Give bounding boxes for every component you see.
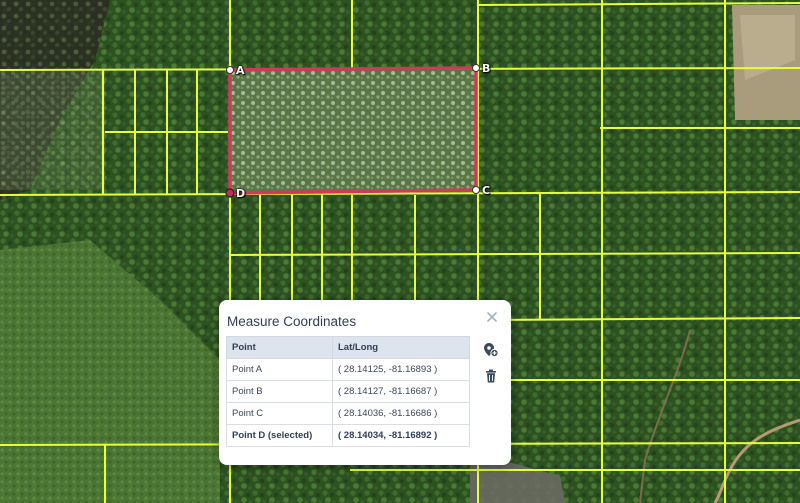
latlong-cell: ( 28.14034, -81.16892 ) [332,424,470,447]
vertex-b-label: B [482,62,491,75]
latlong-cell: ( 28.14125, -81.16893 ) [332,358,470,381]
add-location-icon [484,343,499,358]
table-row[interactable]: Point A ( 28.14125, -81.16893 ) [226,358,470,381]
table-row-selected[interactable]: Point D (selected) ( 28.14034, -81.16892… [226,424,470,447]
column-header-latlong: Lat/Long [332,336,470,359]
measure-coordinates-panel: Measure Coordinates Point Lat/Long Point… [219,300,511,465]
vertex-d-label: D [236,187,246,200]
vertex-a-label: A [236,64,245,77]
table-row[interactable]: Point B ( 28.14127, -81.16687 ) [226,380,470,403]
vertex-a-marker[interactable] [226,66,234,74]
latlong-cell: ( 28.14127, -81.16687 ) [332,380,470,403]
close-button[interactable] [484,311,500,327]
coordinates-table: Point Lat/Long Point A ( 28.14125, -81.1… [226,336,470,447]
vertex-b-marker[interactable] [472,64,480,72]
point-name-cell: Point C [226,402,333,425]
close-icon [487,312,497,322]
vertex-c-marker[interactable] [472,186,480,194]
panel-title: Measure Coordinates [227,314,357,329]
point-name-cell: Point D (selected) [226,424,333,447]
column-header-point: Point [226,336,333,359]
latlong-cell: ( 28.14036, -81.16686 ) [332,402,470,425]
point-name-cell: Point A [226,358,333,381]
trash-icon [486,369,496,383]
vertex-c-label: C [482,184,491,197]
point-name-cell: Point B [226,380,333,403]
table-row[interactable]: Point C ( 28.14036, -81.16686 ) [226,402,470,425]
delete-button[interactable] [481,366,501,386]
table-header-row: Point Lat/Long [226,336,470,359]
add-location-button[interactable] [481,340,501,360]
vertex-d-marker[interactable] [225,188,235,198]
